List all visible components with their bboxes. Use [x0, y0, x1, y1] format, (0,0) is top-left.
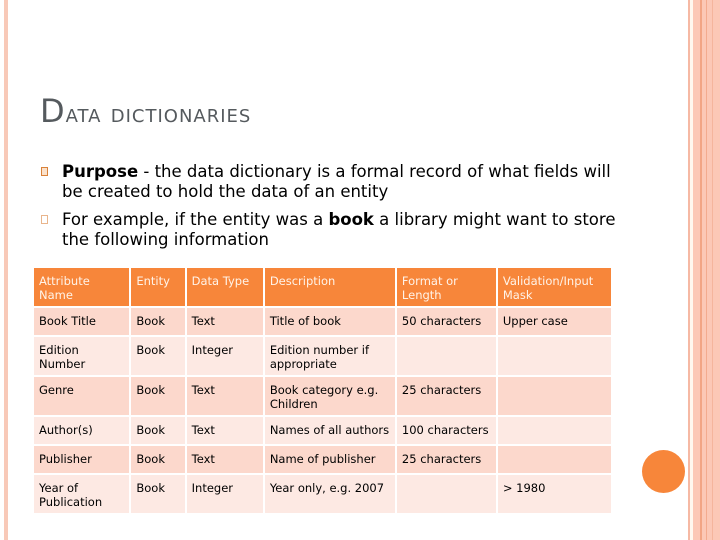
cell-attribute: Genre [34, 376, 132, 417]
table-row: Author(s) Book Text Names of all authors… [34, 416, 614, 446]
right-band-line [690, 0, 693, 540]
square-bullet-icon [41, 215, 48, 224]
title-rest: ata dictionaries [65, 99, 252, 129]
bullet-bold-book: book [328, 210, 374, 229]
cell-entity: Book [130, 416, 187, 446]
bullet-text-before: For example, if the entity was a [62, 210, 329, 229]
cell-format: 25 characters [395, 376, 498, 417]
bullet-bold-purpose: Purpose [62, 162, 139, 181]
header-data-type: Data Type [185, 268, 265, 308]
cell-entity: Book [130, 307, 187, 337]
cell-entity: Book [130, 474, 187, 515]
title-initial: D [40, 92, 66, 130]
cell-type: Text [185, 307, 265, 337]
table-row: Year of Publication Book Integer Year on… [34, 474, 614, 515]
cell-type: Text [185, 376, 265, 417]
cell-type: Integer [185, 474, 265, 515]
cell-format: 50 characters [395, 307, 498, 337]
cell-validation [496, 445, 614, 475]
cell-description: Year only, e.g. 2007 [263, 474, 397, 515]
cell-entity: Book [130, 376, 187, 417]
cell-type: Text [185, 416, 265, 446]
cell-format: 25 characters [395, 445, 498, 475]
cell-validation [496, 376, 614, 417]
header-validation: Validation/Input Mask [496, 268, 614, 308]
cell-description: Name of publisher [263, 445, 397, 475]
table-header-row: Attribute Name Entity Data Type Descript… [34, 268, 614, 308]
cell-format: 100 characters [395, 416, 498, 446]
cell-validation [496, 336, 614, 377]
cell-description: Title of book [263, 307, 397, 337]
cell-validation [496, 416, 614, 446]
cell-attribute: Book Title [34, 307, 132, 337]
right-band-line [706, 0, 707, 540]
cell-validation: Upper case [496, 307, 614, 337]
cell-type: Integer [185, 336, 265, 377]
cell-validation: > 1980 [496, 474, 614, 515]
table-row: Publisher Book Text Name of publisher 25… [34, 445, 614, 475]
square-bullet-icon [41, 167, 48, 176]
bullet-text: - the data dictionary is a formal record… [62, 162, 611, 201]
cell-description: Edition number if appropriate [263, 336, 397, 377]
bullet-example: For example, if the entity was a book a … [40, 210, 620, 250]
cell-format [395, 336, 498, 377]
cell-description: Names of all authors [263, 416, 397, 446]
table-row: Edition Number Book Integer Edition numb… [34, 336, 614, 377]
decorative-orange-circle [642, 450, 685, 493]
right-band-line [700, 0, 702, 540]
header-format-length: Format or Length [395, 268, 498, 308]
header-entity: Entity [130, 268, 187, 308]
cell-entity: Book [130, 445, 187, 475]
slide-title: Data dictionaries [40, 92, 251, 130]
header-description: Description [263, 268, 397, 308]
cell-description: Book category e.g. Children [263, 376, 397, 417]
cell-attribute: Publisher [34, 445, 132, 475]
bullet-list: Purpose - the data dictionary is a forma… [40, 162, 620, 258]
cell-type: Text [185, 445, 265, 475]
header-attribute-name: Attribute Name [34, 268, 132, 308]
cell-entity: Book [130, 336, 187, 377]
bullet-purpose: Purpose - the data dictionary is a forma… [40, 162, 620, 202]
left-decorative-stripe [4, 0, 8, 540]
right-band-line [712, 0, 713, 540]
cell-attribute: Edition Number [34, 336, 132, 377]
table-row: Genre Book Text Book category e.g. Child… [34, 376, 614, 417]
cell-attribute: Year of Publication [34, 474, 132, 515]
table-row: Book Title Book Text Title of book 50 ch… [34, 307, 614, 337]
cell-attribute: Author(s) [34, 416, 132, 446]
data-dictionary-table: Attribute Name Entity Data Type Descript… [34, 268, 614, 515]
cell-format [395, 474, 498, 515]
